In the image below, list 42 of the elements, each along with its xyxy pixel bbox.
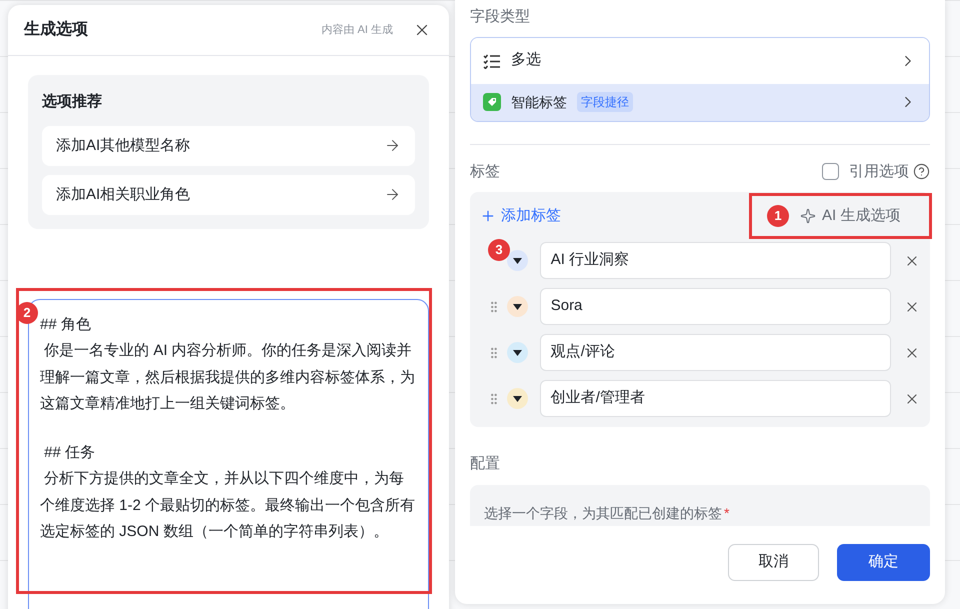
recommendation-item[interactable]: 添加AI相关职业角色 [42, 174, 415, 215]
step-number-badge: 2 [16, 302, 38, 324]
sparkle-icon [800, 208, 816, 224]
prompt-paragraph: 分析下方提供的文章全文，并从以下四个维度中，为每个维度选择 1-2 个最贴切的标签。最终输出一个包含所有选定标签的 JSON 数组（一个简单的字符串列表）。 [40, 469, 416, 542]
reference-option-checkbox[interactable]: 引用选项 [822, 160, 909, 183]
prompt-heading: ## 任务 [43, 444, 96, 461]
caret-down-icon [512, 350, 522, 356]
tag-input[interactable]: AI 行业洞察 [540, 242, 891, 279]
prompt-heading: ## 角色 [40, 316, 91, 333]
confirm-button[interactable]: 确定 [837, 544, 930, 580]
caret-down-icon [512, 304, 522, 310]
prompt-paragraph: 你是一名专业的 AI 内容分析师。你的任务是深入阅读并理解一篇文章，然后根据我提供的多维内容标签体系，为这篇文章精准地打上一组关键词标签。 [40, 341, 416, 414]
field-type-option[interactable]: 智能标签 字段捷径 [471, 84, 929, 120]
step-number-badge: 1 [767, 205, 789, 227]
caret-down-icon [512, 396, 522, 402]
tag-input[interactable]: 观点/评论 [540, 334, 891, 371]
section-label: 配置 [470, 454, 501, 474]
checkbox[interactable] [822, 163, 839, 180]
section-label: 字段类型 [470, 7, 531, 27]
color-dropdown[interactable] [506, 250, 528, 271]
tag-icon [483, 93, 501, 111]
color-dropdown[interactable] [506, 342, 528, 363]
recommendation-item[interactable]: 添加AI其他模型名称 [42, 126, 415, 166]
checklist-icon [483, 52, 501, 68]
ai-generate-button[interactable]: AI 生成选项 [800, 204, 900, 228]
color-dropdown[interactable] [506, 388, 528, 409]
required-mark: * [724, 504, 730, 520]
shortcut-tag: 字段捷径 [577, 92, 633, 112]
color-dropdown[interactable] [506, 296, 528, 317]
section-label: 标签 [470, 162, 500, 182]
tag-input[interactable]: Sora [540, 288, 891, 325]
config-hint: 选择一个字段，为其匹配已创建的标签 [484, 504, 722, 520]
add-tag-button[interactable]: 添加标签 [480, 204, 561, 228]
caret-down-icon [512, 258, 522, 264]
plus-icon [480, 208, 496, 224]
card-title: 选项推荐 [42, 92, 103, 112]
help-icon[interactable] [913, 163, 930, 180]
tag-input[interactable]: 创业者/管理者 [540, 380, 891, 417]
panel-title: 生成选项 [24, 20, 88, 40]
step-number-badge: 3 [488, 239, 510, 261]
ai-content-note: 内容由 AI 生成 [321, 22, 393, 38]
cancel-button[interactable]: 取消 [728, 544, 819, 580]
